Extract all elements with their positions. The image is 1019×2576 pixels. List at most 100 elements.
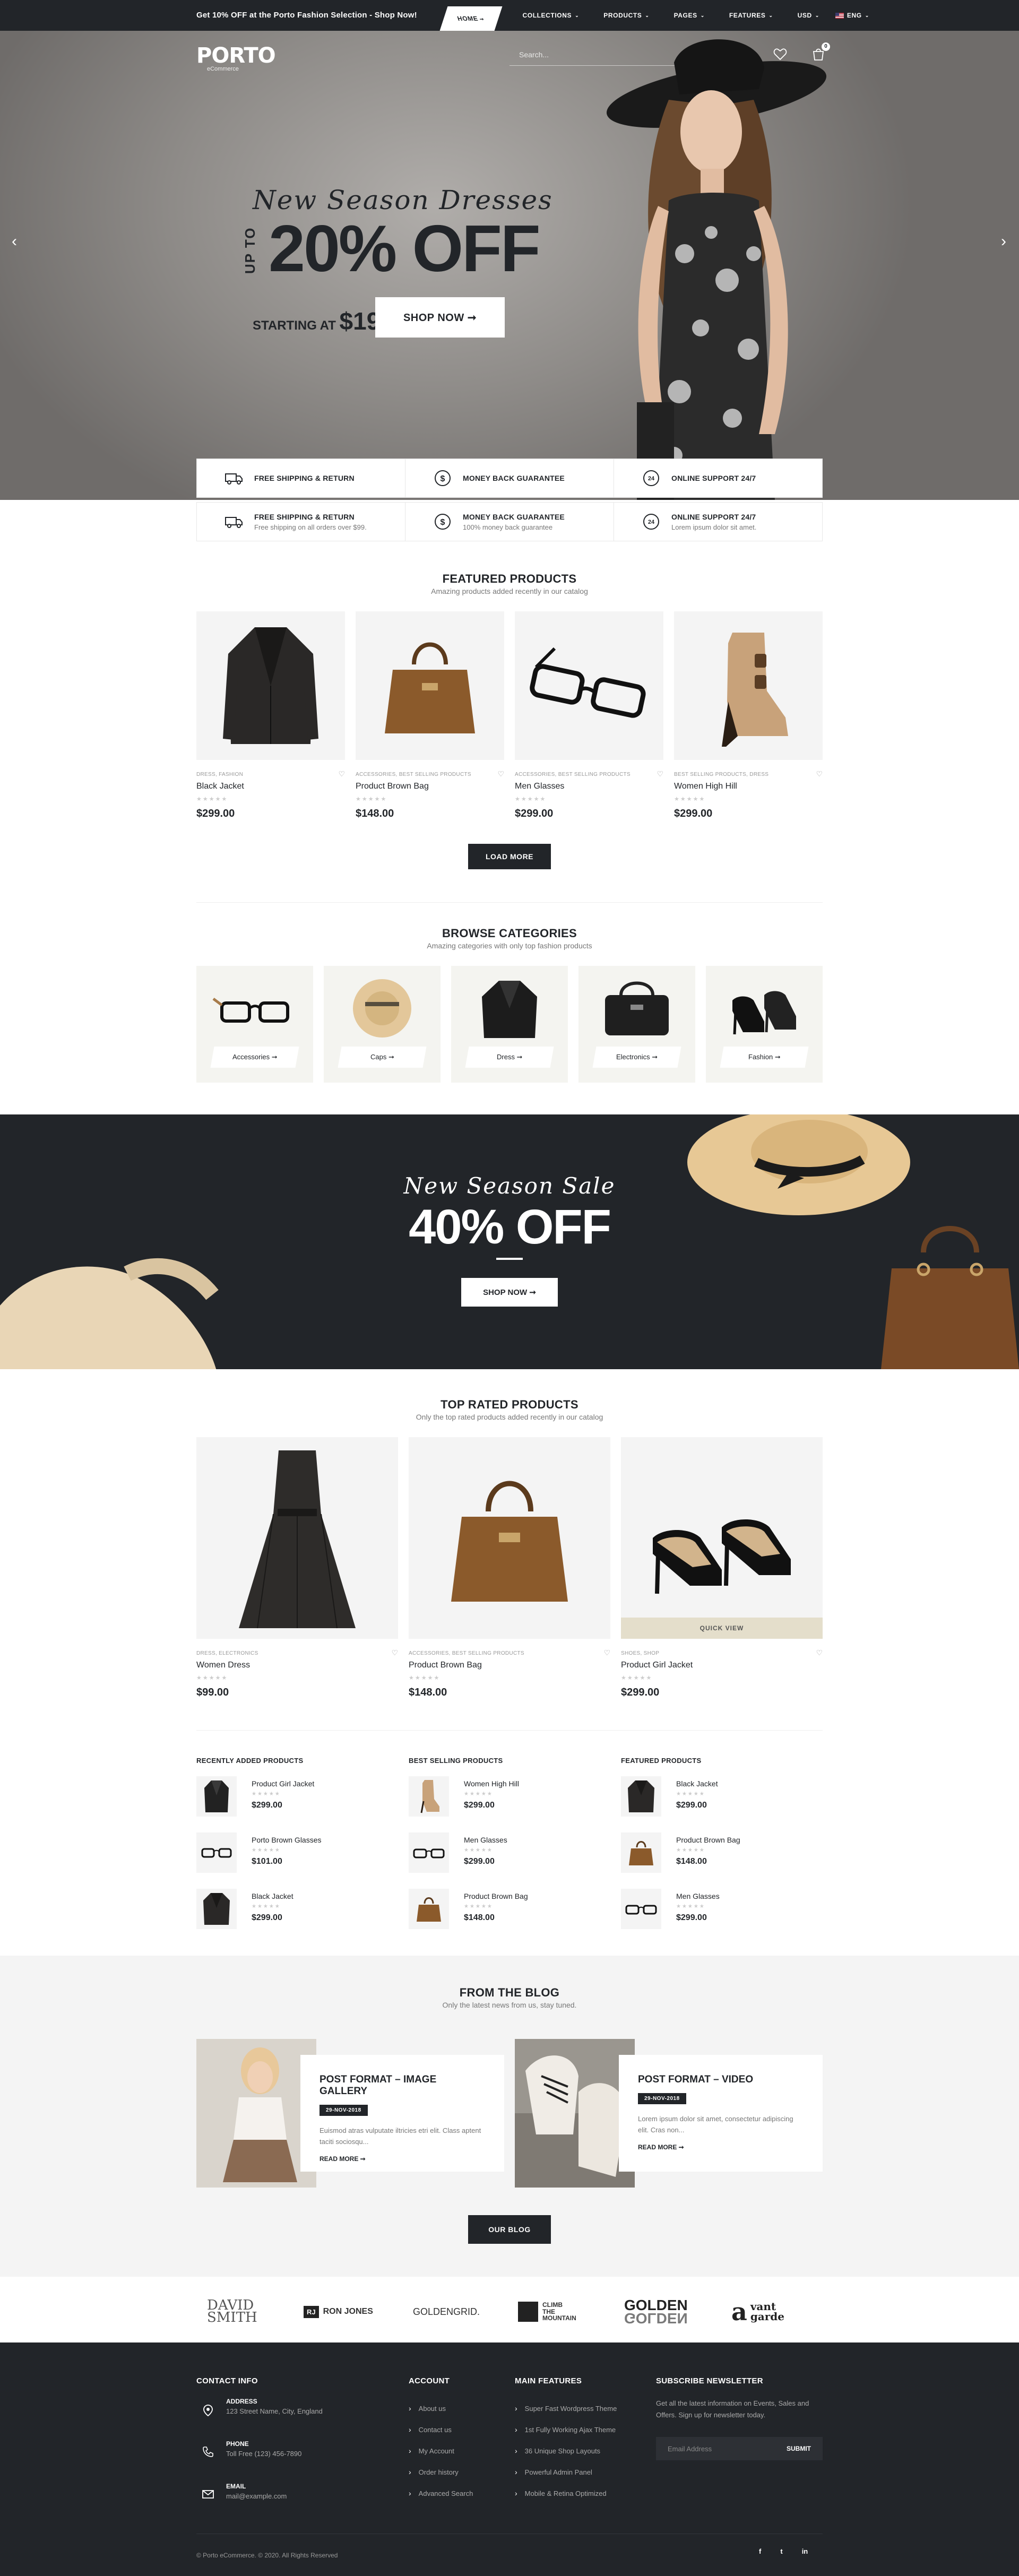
list-item[interactable]: Black Jacket ★★★★★ $299.00 — [621, 1776, 812, 1821]
footer-link[interactable]: Powerful Admin Panel — [515, 2461, 617, 2483]
footer-link[interactable]: Super Fast Wordpress Theme — [515, 2398, 617, 2419]
currency-select[interactable]: USD ⌄ — [798, 12, 819, 19]
nav-products[interactable]: PRODUCTS ⌄ — [603, 12, 649, 19]
category-card-caps[interactable]: Caps ➞ — [324, 966, 441, 1083]
brand-logo-ron-jones[interactable]: RJ RON JONES — [304, 2296, 373, 2328]
blog-post-title[interactable]: POST FORMAT – VIDEO — [638, 2074, 804, 2086]
list-item-name[interactable]: Product Girl Jacket — [252, 1779, 314, 1788]
blog-post-image[interactable] — [515, 2039, 635, 2188]
product-image[interactable]: QUICK VIEW — [621, 1437, 823, 1639]
brand-logo-climb-mountain[interactable]: CLIMB THE MOUNTAIN — [518, 2296, 576, 2328]
promo-shop-link[interactable]: Shop Now! — [375, 11, 417, 20]
category-label[interactable]: Accessories ➞ — [210, 1047, 299, 1068]
product-image[interactable] — [196, 1437, 398, 1639]
product-card[interactable]: ♡ BEST SELLING PRODUCTS, DRESS Women Hig… — [674, 611, 823, 820]
blog-post-image[interactable] — [196, 2039, 316, 2188]
nav-home[interactable]: HOME ➞ — [439, 6, 502, 31]
nav-features[interactable]: FEATURES ⌄ — [729, 12, 773, 19]
list-item[interactable]: Men Glasses ★★★★★ $299.00 — [409, 1832, 600, 1877]
category-card-fashion[interactable]: Fashion ➞ — [706, 966, 823, 1083]
product-card[interactable]: ♡ ACCESSORIES, BEST SELLING PRODUCTS Pro… — [409, 1437, 610, 1699]
brand-logo-golden[interactable]: GOLDEN GOLDEN — [624, 2296, 688, 2328]
list-item-image[interactable] — [409, 1889, 449, 1929]
product-name[interactable]: Product Brown Bag — [409, 1661, 610, 1670]
product-card[interactable]: ♡ ACCESSORIES, BEST SELLING PRODUCTS Men… — [515, 611, 663, 820]
newsletter-email-input[interactable] — [656, 2437, 775, 2460]
wishlist-heart-icon[interactable]: ♡ — [816, 770, 823, 779]
product-card[interactable]: ♡ DRESS, FASHION Black Jacket ★★★★★ $299… — [196, 611, 345, 820]
category-card-accessories[interactable]: Accessories ➞ — [196, 966, 313, 1083]
brand-logo-avant-garde[interactable]: a vant garde — [731, 2296, 784, 2328]
footer-link[interactable]: 36 Unique Shop Layouts — [515, 2440, 617, 2461]
product-name[interactable]: Product Brown Bag — [356, 782, 504, 791]
blog-post-card[interactable]: POST FORMAT – VIDEO 29-NOV-2018 Lorem ip… — [515, 2039, 823, 2188]
list-item[interactable]: Men Glasses ★★★★★ $299.00 — [621, 1889, 812, 1933]
list-item-name[interactable]: Black Jacket — [676, 1779, 718, 1788]
contact-value[interactable]: Toll Free (123) 456-7890 — [226, 2450, 301, 2458]
footer-link[interactable]: About us — [409, 2398, 473, 2419]
wishlist-heart-icon[interactable]: ♡ — [497, 770, 504, 779]
quick-view-button[interactable]: QUICK VIEW — [621, 1618, 823, 1639]
product-image[interactable] — [356, 611, 504, 760]
product-image[interactable] — [674, 611, 823, 760]
list-item-name[interactable]: Product Brown Bag — [464, 1892, 528, 1900]
product-category[interactable]: ACCESSORIES, BEST SELLING PRODUCTS — [409, 1650, 610, 1656]
category-label[interactable]: Dress ➞ — [465, 1047, 554, 1068]
product-card[interactable]: QUICK VIEW ♡ SHOES, SHOP Product Girl Ja… — [621, 1437, 823, 1699]
wishlist-heart-icon[interactable]: ♡ — [657, 770, 663, 779]
product-category[interactable]: ACCESSORIES, BEST SELLING PRODUCTS — [356, 772, 504, 777]
list-item[interactable]: Product Brown Bag ★★★★★ $148.00 — [409, 1889, 600, 1933]
list-item-image[interactable] — [196, 1776, 237, 1817]
load-more-button[interactable]: LOAD MORE — [468, 844, 551, 869]
contact-value[interactable]: mail@example.com — [226, 2492, 287, 2500]
product-category[interactable]: DRESS, FASHION — [196, 772, 345, 777]
list-item-name[interactable]: Men Glasses — [464, 1836, 507, 1844]
list-item-name[interactable]: Men Glasses — [676, 1892, 720, 1900]
product-category[interactable]: DRESS, ELECTRONICS — [196, 1650, 398, 1656]
product-image[interactable] — [196, 611, 345, 760]
list-item[interactable]: Porto Brown Glasses ★★★★★ $101.00 — [196, 1832, 387, 1877]
product-image[interactable] — [515, 611, 663, 760]
wishlist-heart-icon[interactable]: ♡ — [816, 1648, 823, 1657]
list-item-image[interactable] — [621, 1889, 661, 1929]
list-item[interactable]: Product Brown Bag ★★★★★ $148.00 — [621, 1832, 812, 1877]
linkedin-icon[interactable]: in — [802, 2547, 808, 2555]
facebook-icon[interactable]: f — [759, 2547, 761, 2555]
newsletter-submit-button[interactable]: SUBMIT — [775, 2437, 823, 2460]
category-card-dress[interactable]: Dress ➞ — [451, 966, 568, 1083]
wishlist-heart-icon[interactable]: ♡ — [603, 1648, 610, 1657]
product-card[interactable]: ♡ ACCESSORIES, BEST SELLING PRODUCTS Pro… — [356, 611, 504, 820]
product-name[interactable]: Women High Hill — [674, 782, 823, 791]
product-category[interactable]: BEST SELLING PRODUCTS, DRESS — [674, 772, 823, 777]
footer-link[interactable]: Mobile & Retina Optimized — [515, 2483, 617, 2504]
slider-next-icon[interactable]: › — [1001, 232, 1006, 250]
category-label[interactable]: Electronics ➞ — [592, 1047, 681, 1068]
footer-link[interactable]: My Account — [409, 2440, 473, 2461]
list-item-name[interactable]: Porto Brown Glasses — [252, 1836, 322, 1844]
product-image[interactable] — [409, 1437, 610, 1639]
category-label[interactable]: Caps ➞ — [338, 1047, 427, 1068]
product-category[interactable]: SHOES, SHOP — [621, 1650, 823, 1656]
nav-pages[interactable]: PAGES ⌄ — [674, 12, 705, 19]
footer-link[interactable]: Order history — [409, 2461, 473, 2483]
brand-logo-david-smith[interactable]: DAVID SMITH — [207, 2296, 257, 2328]
wishlist-heart-icon[interactable]: ♡ — [338, 770, 345, 779]
list-item-image[interactable] — [196, 1832, 237, 1873]
list-item-name[interactable]: Black Jacket — [252, 1892, 293, 1900]
category-label[interactable]: Fashion ➞ — [720, 1047, 809, 1068]
blog-post-card[interactable]: POST FORMAT – IMAGE GALLERY 29-NOV-2018 … — [196, 2039, 504, 2188]
list-item-image[interactable] — [621, 1832, 661, 1873]
sale-shop-now-button[interactable]: SHOP NOW ➞ — [461, 1278, 558, 1307]
list-item-image[interactable] — [409, 1776, 449, 1817]
language-select[interactable]: ENG ⌄ — [835, 12, 869, 19]
twitter-icon[interactable]: t — [780, 2547, 782, 2555]
footer-link[interactable]: 1st Fully Working Ajax Theme — [515, 2419, 617, 2440]
list-item-name[interactable]: Women High Hill — [464, 1779, 519, 1788]
site-logo[interactable]: PORTO eCommerce — [196, 44, 276, 72]
list-item[interactable]: Product Girl Jacket ★★★★★ $299.00 — [196, 1776, 387, 1821]
read-more-link[interactable]: READ MORE ➞ — [638, 2143, 804, 2151]
read-more-link[interactable]: READ MORE ➞ — [319, 2155, 485, 2163]
footer-link[interactable]: Contact us — [409, 2419, 473, 2440]
list-item-image[interactable] — [196, 1889, 237, 1929]
wishlist-heart-icon[interactable]: ♡ — [391, 1648, 398, 1657]
